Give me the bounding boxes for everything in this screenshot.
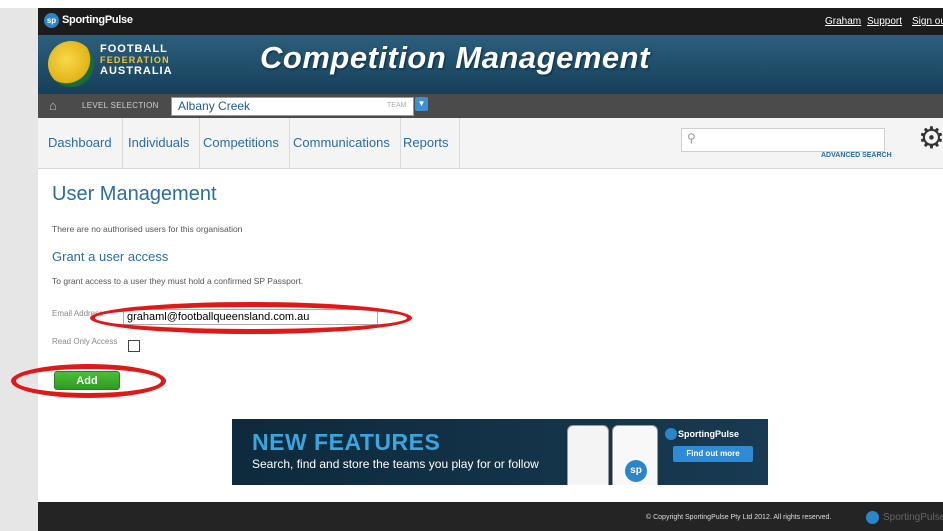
ad-title: NEW FEATURES [252,429,441,455]
read-only-checkbox[interactable] [128,340,140,352]
page-title: User Management [52,183,217,205]
level-selection-bar: ⌂ LEVEL SELECTION Albany Creek TEAM ▼ [38,94,943,118]
advanced-search-link[interactable]: ADVANCED SEARCH [821,152,892,159]
instruction-text: To grant access to a user they must hold… [52,276,304,286]
nav-dashboard[interactable]: Dashboard [38,118,123,168]
support-link[interactable]: Support [867,16,902,27]
header-banner: FOOTBALL FEDERATION AUSTRALIA Competitio… [38,35,943,94]
phone-image [567,425,609,485]
annotation-ellipse-add [11,364,166,398]
ad-brand: SportingPulse [678,429,740,439]
nav-competitions[interactable]: Competitions [193,118,290,168]
sportingpulse-logo-icon[interactable]: sp [44,13,59,28]
new-features-banner[interactable]: NEW FEATURES Search, find and store the … [232,419,768,485]
copyright-text: © Copyright SportingPulse Pty Ltd 2012. … [646,514,832,521]
level-type-label: TEAM [387,102,407,109]
footer: © Copyright SportingPulse Pty Ltd 2012. … [38,502,943,531]
user-link[interactable]: Graham [825,16,861,27]
top-bar: sp SportingPulse Graham Support Sign out [38,8,943,35]
org-name-line3: AUSTRALIA [100,65,173,77]
section-title: Grant a user access [52,249,169,264]
org-name-line2: FEDERATION [100,55,170,65]
footer-brand: SportingPulse [883,512,943,523]
phone-image: sp [612,425,658,485]
level-select[interactable]: Albany Creek TEAM [171,97,414,116]
chevron-down-icon[interactable]: ▼ [415,97,428,111]
ffa-logo-icon [48,41,94,87]
annotation-ellipse-email [90,302,412,334]
level-select-value: Albany Creek [178,99,251,113]
level-selection-label: LEVEL SELECTION [82,101,159,110]
gear-icon[interactable]: ⚙ [918,124,943,154]
app-title: Competition Management [260,40,650,75]
no-users-message: There are no authorised users for this o… [52,224,243,234]
main-nav: Dashboard Individuals Competitions Commu… [38,118,943,169]
read-only-label: Read Only Access [52,337,118,346]
home-icon[interactable]: ⌂ [49,99,63,113]
sp-app-icon: sp [625,460,647,482]
nav-communications[interactable]: Communications [283,118,401,168]
sportingpulse-logo-icon [866,511,879,524]
org-name-line1: FOOTBALL [100,43,168,55]
nav-reports[interactable]: Reports [393,118,460,168]
search-input[interactable]: ⚲ [681,128,885,152]
brand-name[interactable]: SportingPulse [62,14,133,26]
nav-individuals[interactable]: Individuals [118,118,201,168]
sign-out-link[interactable]: Sign out [912,16,943,27]
search-icon: ⚲ [687,131,696,145]
main-content: User Management There are no authorised … [11,169,943,502]
top-strip [0,0,943,8]
find-out-more-button[interactable]: Find out more [673,446,753,462]
sportingpulse-logo-icon [665,428,677,440]
ad-subtitle: Search, find and store the teams you pla… [252,457,539,471]
